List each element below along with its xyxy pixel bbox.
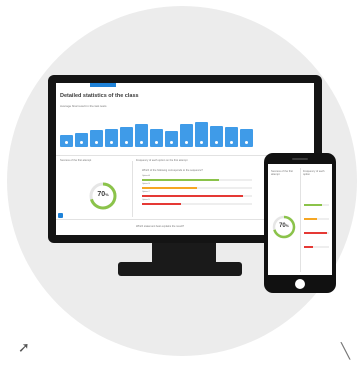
- bar-marker: [245, 141, 248, 144]
- monitor-stand-base: [118, 262, 242, 276]
- phone-screen: Success of the first attempt Frequency o…: [268, 164, 332, 275]
- bar-marker: [185, 141, 188, 144]
- chart-bar: [75, 132, 88, 147]
- option-progress-fill: [142, 195, 244, 197]
- phone-option-progress-fill: [304, 204, 322, 206]
- chart-bar: [150, 129, 163, 147]
- info-icon[interactable]: [58, 213, 63, 218]
- chart-bar: [105, 129, 118, 147]
- phone-option-progress-track: [304, 204, 329, 206]
- phone-divider: [300, 168, 301, 272]
- results-bar-chart: [60, 109, 256, 147]
- chart-bar: [135, 124, 148, 147]
- phone-option-progress-track: [304, 232, 329, 234]
- option-label: Option B: [142, 183, 150, 185]
- bar-marker: [170, 141, 173, 144]
- phone-option-progress-track: [304, 218, 329, 220]
- page-title: Detailed statistics of the class: [60, 93, 139, 99]
- home-button[interactable]: [295, 279, 305, 289]
- phone-percent-label: 70%: [271, 223, 297, 229]
- option-progress-track: [142, 203, 252, 205]
- success-percent-suffix: %: [105, 192, 109, 197]
- chart-bar: [195, 121, 208, 147]
- chart-bar: [225, 127, 238, 147]
- line-mark-icon: ╲: [341, 342, 351, 360]
- option-label: Option C: [142, 191, 150, 193]
- phone-option-progress-fill: [304, 232, 327, 234]
- option-progress-fill: [142, 179, 219, 181]
- success-panel-title: Success of the first attempt: [60, 159, 92, 162]
- success-percent-label: 70%: [88, 191, 118, 198]
- chart-bar: [210, 126, 223, 147]
- option-label: Option A: [142, 175, 150, 177]
- arrow-icon: ➚: [18, 340, 30, 356]
- smartphone: Success of the first attempt Frequency o…: [264, 153, 336, 293]
- question-text: Which statement best explains the result…: [136, 225, 185, 228]
- bar-marker: [65, 141, 68, 144]
- chart-bar: [180, 124, 193, 147]
- option-progress-fill: [142, 203, 181, 205]
- chart-bar: [90, 130, 103, 147]
- phone-option-progress-fill: [304, 218, 317, 220]
- bar-marker: [95, 141, 98, 144]
- monitor-stand-neck: [152, 243, 216, 263]
- phone-card-title: Frequency of each option: [303, 170, 325, 176]
- success-percent: 70: [97, 191, 106, 198]
- phone-percent-suffix: %: [285, 224, 289, 228]
- speaker-icon: [292, 158, 308, 160]
- bar-marker: [80, 141, 83, 144]
- bar-marker: [125, 141, 128, 144]
- frequency-panel-title: Frequency of each option on the first at…: [136, 159, 188, 162]
- bar-marker: [110, 141, 113, 144]
- option-progress-fill: [142, 187, 197, 189]
- bar-marker: [215, 141, 218, 144]
- phone-card-title: Success of the first attempt: [271, 170, 293, 176]
- bar-marker: [140, 141, 143, 144]
- chart-bar: [120, 126, 133, 147]
- chart-bar: [240, 129, 253, 147]
- chart-bar: [60, 135, 73, 147]
- phone-percent: 70: [279, 223, 286, 229]
- chart-bar: [165, 131, 178, 147]
- phone-option-progress-fill: [304, 246, 313, 248]
- panel-divider: [132, 161, 133, 217]
- bar-marker: [200, 141, 203, 144]
- bar-marker: [155, 141, 158, 144]
- option-progress-track: [142, 179, 252, 181]
- option-progress-track: [142, 187, 252, 189]
- question-text: Which of the following corresponds to th…: [142, 169, 203, 172]
- chart-subtitle: Average final result in the last tests: [60, 104, 107, 108]
- option-progress-track: [142, 195, 252, 197]
- option-label: Option D: [142, 199, 150, 201]
- active-tab-indicator: [90, 83, 116, 87]
- bar-marker: [230, 141, 233, 144]
- phone-option-progress-track: [304, 246, 329, 248]
